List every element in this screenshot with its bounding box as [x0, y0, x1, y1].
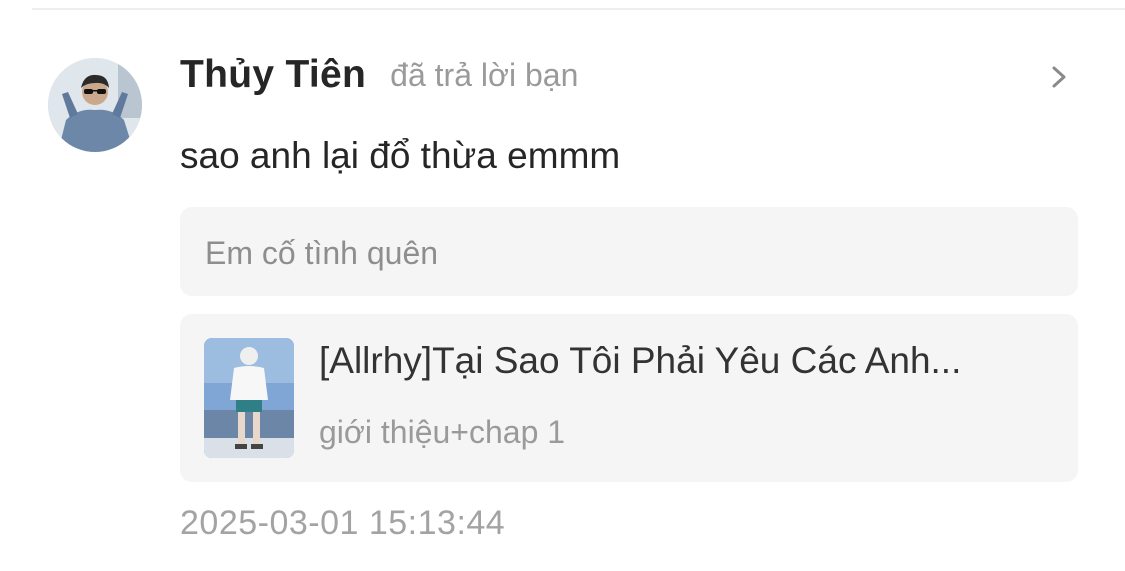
quoted-comment[interactable]: Em cố tình quên: [180, 207, 1078, 296]
reply-notification[interactable]: Thủy Tiên đã trả lời bạn sao anh lại đổ …: [0, 0, 1125, 571]
timestamp: 2025-03-01 15:13:44: [180, 504, 506, 542]
divider: [32, 8, 1125, 10]
reply-text: sao anh lại đổ thừa emmm: [180, 135, 621, 176]
action-text: đã trả lời bạn: [390, 56, 579, 93]
story-card[interactable]: [Allrhy]Tại Sao Tôi Phải Yêu Các Anh... …: [180, 314, 1078, 482]
username[interactable]: Thủy Tiên: [180, 53, 366, 97]
story-cover: [204, 338, 294, 458]
story-chapter: giới thiệu+chap 1: [319, 414, 566, 450]
notification-header: Thủy Tiên đã trả lời bạn: [180, 52, 578, 98]
story-title[interactable]: [Allrhy]Tại Sao Tôi Phải Yêu Các Anh...: [319, 340, 1039, 382]
user-avatar[interactable]: [48, 58, 142, 152]
quoted-comment-text: Em cố tình quên: [205, 235, 439, 271]
chevron-right-icon[interactable]: [1046, 62, 1072, 92]
avatar-photo-icon: [48, 58, 142, 152]
story-cover-image-icon: [204, 338, 294, 458]
